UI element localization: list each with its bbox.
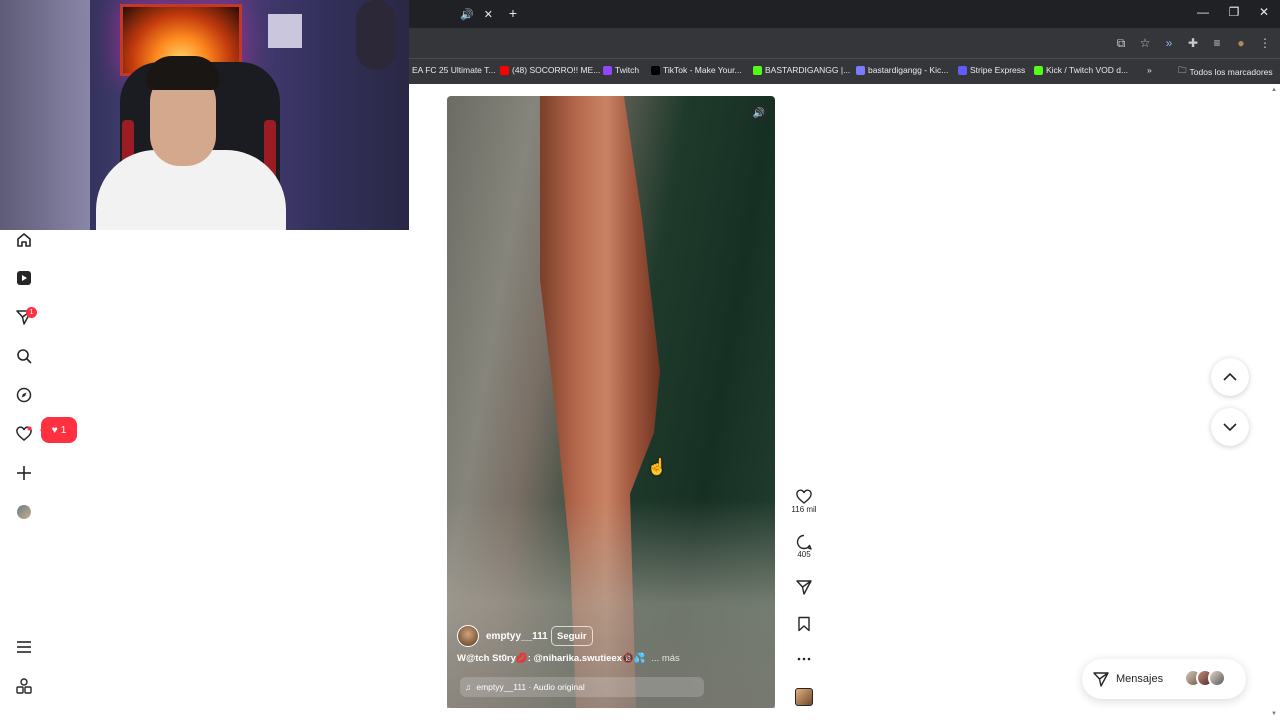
bookmark-label: EA FC 25 Ultimate T...	[412, 65, 496, 75]
tab-close-icon[interactable]: ✕	[484, 8, 493, 21]
heart-icon	[796, 489, 812, 504]
webcam-overlay	[0, 0, 409, 230]
reel-audio-link[interactable]: ♫ emptyy__111 · Audio original	[460, 677, 704, 697]
all-bookmarks-button[interactable]: 🗀 Todos los marcadores	[1178, 65, 1273, 79]
nav-notifications-icon[interactable]	[14, 424, 34, 444]
heart-filled-icon: ♥	[51, 424, 58, 436]
nav-home-icon[interactable]	[14, 230, 34, 250]
bookmark-item[interactable]: EA FC 25 Ultimate T...	[412, 65, 495, 75]
webcam-door	[0, 0, 90, 230]
audio-thumbnail[interactable]	[795, 688, 813, 706]
nav-also-from-meta-icon[interactable]	[14, 676, 34, 696]
messages-avatars	[1184, 669, 1226, 687]
bookmark-item[interactable]: bastardigangg - Kic...	[856, 65, 948, 75]
window-close-button[interactable]: ✕	[1254, 5, 1274, 19]
bookmark-item[interactable]: Twitch	[603, 65, 639, 75]
like-button[interactable]: 116 mil	[789, 489, 819, 514]
messages-label: Mensajes	[1116, 673, 1164, 685]
extensions-puzzle-icon[interactable]: ✚	[1186, 36, 1200, 51]
bookmark-label: bastardigangg - Kic...	[868, 65, 949, 75]
share-icon	[796, 580, 812, 595]
screen: 🔊 ✕ + — ❐ ✕ ⧉ ☆ » ✚ ≡ ● ⋮ » 🗀 Todos los …	[0, 0, 1280, 720]
nav-search-icon[interactable]	[14, 346, 34, 366]
message-avatar	[1208, 669, 1226, 687]
bookmark-label: TikTok - Make Your...	[663, 65, 742, 75]
active-tab-controls: 🔊 ✕	[460, 6, 493, 22]
bookmark-label: Kick / Twitch VOD d...	[1046, 65, 1129, 75]
bookmark-item[interactable]: TikTok - Make Your...	[651, 65, 742, 75]
previous-reel-button[interactable]	[1211, 358, 1249, 396]
nav-reels-icon[interactable]	[14, 268, 34, 288]
chevron-up-icon	[1223, 373, 1237, 381]
bookmarks-overflow-button[interactable]: »	[1147, 65, 1152, 75]
webcam-streamer-hair	[146, 56, 220, 90]
nav-more-menu-icon[interactable]	[14, 637, 34, 657]
nav-profile-avatar[interactable]	[14, 502, 34, 522]
bookmark-favicon-icon	[958, 65, 967, 75]
reel-audio-label: emptyy__111 · Audio original	[476, 682, 585, 692]
bookmarks-overflow-label: »	[1147, 65, 1152, 75]
restore-button[interactable]: ❐	[1224, 5, 1244, 19]
mouse-cursor-icon: ☝	[647, 459, 667, 476]
ellipsis-icon	[797, 657, 811, 661]
bookmark-item[interactable]: Kick / Twitch VOD d...	[1034, 65, 1128, 75]
bookmark-label: BASTARDIGANGG |...	[765, 65, 851, 75]
bookmark-favicon-icon	[651, 65, 660, 75]
bookmark-favicon-icon	[856, 65, 865, 75]
reel-author-username[interactable]: emptyy__111	[486, 631, 548, 642]
scrollbar-down-arrow[interactable]: ▼	[1271, 711, 1277, 717]
minimize-button[interactable]: —	[1193, 5, 1213, 19]
chevron-down-icon	[1223, 423, 1237, 431]
bookmark-item[interactable]: Stripe Express	[958, 65, 1025, 75]
share-button[interactable]	[789, 579, 819, 595]
reel-caption-text: W@tch St0ry💋: @niharika.swutieex🔞💦	[457, 653, 646, 664]
bookmark-favicon-icon	[500, 65, 509, 75]
bookmark-label: Twitch	[615, 65, 640, 75]
reel-caption: W@tch St0ry💋: @niharika.swutieex🔞💦 ... m…	[457, 653, 680, 664]
save-button[interactable]	[789, 616, 819, 632]
bookmark-star-icon[interactable]: ☆	[1138, 36, 1152, 51]
next-reel-button[interactable]	[1211, 408, 1249, 446]
browser-tab-bar	[409, 0, 1280, 28]
bookmark-icon	[798, 616, 810, 632]
bookmark-favicon-icon	[603, 65, 612, 75]
profile-avatar-icon	[17, 505, 31, 519]
media-control-icon[interactable]: ≡	[1210, 36, 1224, 51]
bookmark-item[interactable]: (48) SOCORRO!! ME...	[500, 65, 600, 75]
notifications-popup[interactable]: ♥ 1	[40, 417, 77, 443]
tab-audio-icon[interactable]: 🔊	[460, 8, 474, 21]
caption-more-link[interactable]: ... más	[651, 653, 680, 664]
profile-avatar-icon[interactable]: ●	[1234, 36, 1248, 51]
kebab-menu-icon[interactable]: ⋮	[1258, 36, 1272, 51]
new-tab-button[interactable]: +	[506, 5, 520, 21]
follow-button[interactable]: Seguir	[551, 626, 593, 646]
folder-icon: 🗀	[1178, 65, 1187, 75]
comment-button[interactable]: 405	[789, 534, 819, 559]
install-app-icon[interactable]: ⧉	[1114, 36, 1128, 51]
nav-explore-icon[interactable]	[14, 385, 34, 405]
messages-badge: 1	[26, 307, 37, 318]
reel-author-avatar[interactable]	[457, 625, 479, 647]
bookmark-favicon-icon	[1034, 65, 1043, 75]
music-note-icon: ♫	[465, 682, 472, 692]
toolbar-icons: ⧉ ☆ » ✚ ≡ ● ⋮	[1114, 36, 1272, 51]
comment-icon	[796, 534, 812, 550]
webcam-figure	[356, 0, 396, 70]
likes-count: 116 mil	[791, 505, 817, 514]
webcam-poster	[268, 14, 302, 48]
comments-count: 405	[797, 550, 811, 559]
bookmark-favicon-icon	[753, 65, 762, 75]
extension-audio-icon[interactable]: »	[1162, 36, 1176, 51]
mute-toggle-icon[interactable]: 🔊	[749, 103, 769, 123]
more-options-button[interactable]	[789, 653, 819, 665]
all-bookmarks-label: Todos los marcadores	[1189, 67, 1273, 77]
notifications-count: 1	[60, 424, 67, 436]
bookmark-item[interactable]: BASTARDIGANGG |...	[753, 65, 850, 75]
bookmark-label: Stripe Express	[970, 65, 1026, 75]
bookmark-label: (48) SOCORRO!! ME...	[512, 65, 601, 75]
scrollbar-up-arrow[interactable]: ▲	[1271, 87, 1277, 93]
messages-send-icon	[1093, 672, 1109, 687]
nav-create-icon[interactable]	[14, 463, 34, 483]
